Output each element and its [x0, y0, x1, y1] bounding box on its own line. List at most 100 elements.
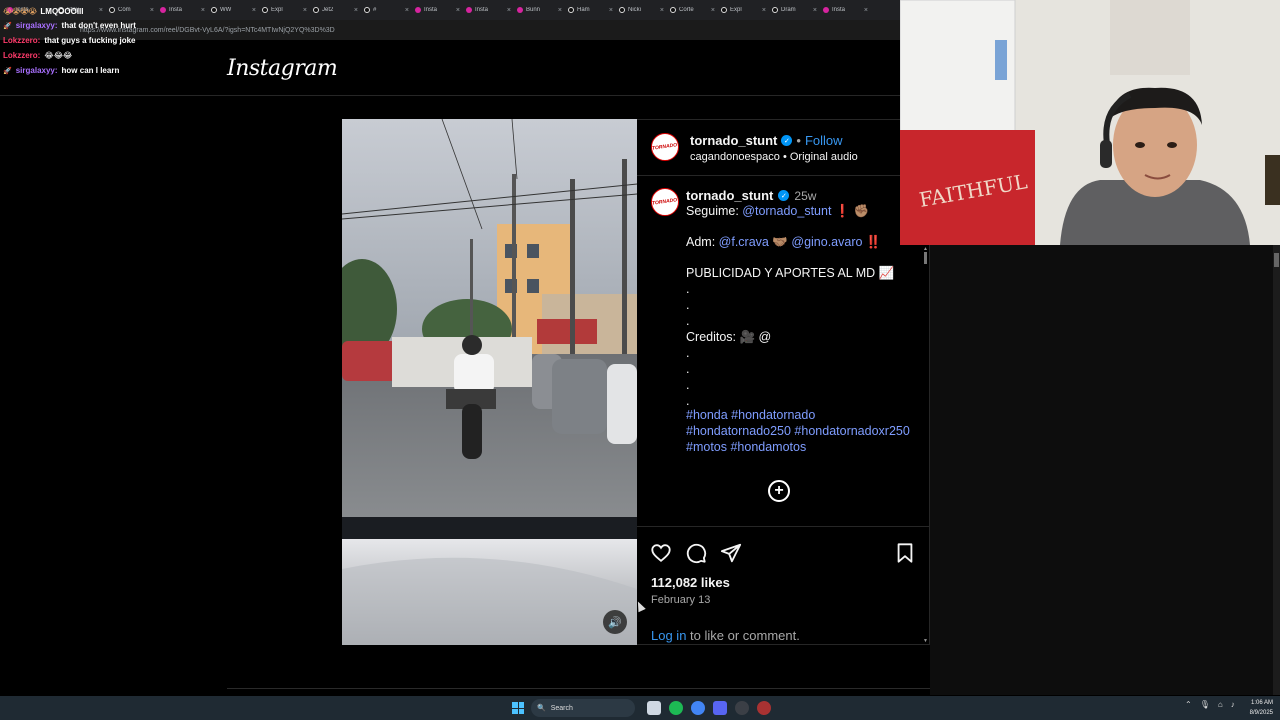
close-tab-icon[interactable]: ×: [507, 7, 511, 14]
tab-title: #: [373, 7, 377, 13]
author-username[interactable]: tornado_stunt: [690, 133, 777, 148]
browser-tab[interactable]: Insta ×: [412, 0, 463, 20]
browser-tab[interactable]: # ×: [361, 0, 412, 20]
taskbar-clock[interactable]: 1:06 AM 8/9/2025: [1243, 698, 1273, 718]
comment-icon: [686, 543, 707, 564]
clock-date: 8/9/2025: [1249, 710, 1273, 716]
clock-time: 1:06 AM: [1250, 700, 1273, 706]
load-more-comments-button[interactable]: +: [768, 480, 790, 502]
chrome-icon[interactable]: [691, 701, 705, 715]
browser-tab[interactable]: Ham ×: [565, 0, 616, 20]
chat-message: 🚀 sirgalaxyy: how can I learn: [3, 63, 203, 78]
share-button[interactable]: [719, 541, 743, 565]
close-tab-icon[interactable]: ×: [405, 7, 409, 14]
plus-icon: +: [774, 482, 784, 499]
separator-dot: •: [796, 133, 801, 148]
post-header: TORNADO tornado_stunt ✓ • Follow cagando…: [637, 120, 930, 176]
obs-icon[interactable]: [735, 701, 749, 715]
verified-badge-icon: ✓: [781, 135, 793, 146]
author-avatar[interactable]: TORNADO: [651, 133, 679, 161]
chat-username[interactable]: Lokzzero:: [3, 36, 40, 45]
caption-time[interactable]: 25w: [794, 189, 816, 203]
close-tab-icon[interactable]: ×: [303, 7, 307, 14]
network-icon[interactable]: ⌂: [1218, 700, 1223, 709]
microphone-icon[interactable]: 🎙: [1200, 700, 1210, 709]
tab-title: Expl: [271, 7, 283, 13]
tiktok-icon: [772, 7, 778, 13]
login-link[interactable]: Log in: [651, 628, 686, 643]
chat-username[interactable]: sirgalaxyy:: [16, 21, 58, 30]
post-date[interactable]: February 13: [651, 594, 710, 606]
hashtag-links[interactable]: #motos #hondamotos: [686, 440, 806, 454]
save-button[interactable]: [893, 541, 917, 565]
app-icon[interactable]: [757, 701, 771, 715]
browser-tab[interactable]: Dram ×: [769, 0, 820, 20]
caption-avatar[interactable]: TORNADO: [651, 188, 679, 216]
taskbar-search[interactable]: 🔍 Search: [531, 699, 635, 717]
audio-label[interactable]: cagandonoespaco • Original audio: [690, 151, 858, 163]
caption-dot: .: [686, 346, 690, 360]
browser-tab[interactable]: WW ×: [208, 0, 259, 20]
discord-icon[interactable]: [713, 701, 727, 715]
close-tab-icon[interactable]: ×: [252, 7, 256, 14]
page-scrollbar-thumb[interactable]: [1274, 253, 1279, 267]
video-frame-image: [342, 119, 637, 645]
follow-button[interactable]: Follow: [805, 133, 843, 148]
mention-link[interactable]: @gino.avaro: [791, 235, 862, 249]
mention-link[interactable]: @f.crava: [719, 235, 769, 249]
browser-tab[interactable]: Nicki ×: [616, 0, 667, 20]
chat-username[interactable]: sirgalaxyy:: [16, 66, 58, 75]
windows-start-button[interactable]: [512, 702, 524, 714]
scrollbar-thumb[interactable]: [924, 252, 927, 264]
close-tab-icon[interactable]: ×: [558, 7, 562, 14]
spotify-icon[interactable]: [669, 701, 683, 715]
stream-chat-overlay: 😭😭😭😭 LMQOOOIII 🚀 sirgalaxyy: that don't ev…: [3, 5, 203, 78]
mention-link[interactable]: @tornado_stunt: [742, 204, 831, 218]
chat-top-line: 😭😭😭😭 LMQOOOIII: [3, 5, 203, 18]
comment-button[interactable]: [684, 541, 708, 565]
caption-text: Adm:: [686, 235, 719, 249]
browser-tab[interactable]: Expl ×: [718, 0, 769, 20]
close-tab-icon[interactable]: ×: [456, 7, 460, 14]
instagram-icon: [415, 7, 421, 13]
close-tab-icon[interactable]: ×: [354, 7, 358, 14]
chat-text: how can I learn: [61, 66, 120, 75]
caption-emoji: ‼️: [862, 235, 882, 249]
hashtag-links[interactable]: #honda #hondatornado: [686, 408, 815, 422]
tiktok-icon: [211, 7, 217, 13]
screen: insta × Stay × Cóm × Insta × WW × Expl × Jet2 × # × Inst…: [0, 0, 1280, 720]
mute-toggle-button[interactable]: 🔊: [603, 610, 627, 634]
page-scrollbar[interactable]: [1273, 245, 1280, 695]
browser-tab[interactable]: Insta ×: [463, 0, 514, 20]
tab-title: WW: [220, 7, 232, 13]
chevron-up-icon[interactable]: ⌃: [1185, 700, 1192, 709]
reel-video[interactable]: [342, 119, 637, 645]
close-tab-icon[interactable]: ×: [864, 7, 868, 14]
caption-dot: .: [686, 298, 690, 312]
instagram-logo[interactable]: Instagram: [227, 56, 338, 81]
login-prompt: Log in to like or comment.: [651, 628, 800, 643]
close-tab-icon[interactable]: ×: [660, 7, 664, 14]
browser-tab[interactable]: Jet2 ×: [310, 0, 361, 20]
close-tab-icon[interactable]: ×: [609, 7, 613, 14]
browser-tab[interactable]: Bunn ×: [514, 0, 565, 20]
like-button[interactable]: [649, 541, 673, 565]
browser-tab[interactable]: Insta ×: [820, 0, 871, 20]
caption-line-adm: Adm: @f.crava 🤝🏽 @gino.avaro ‼️: [686, 235, 882, 250]
close-tab-icon[interactable]: ×: [711, 7, 715, 14]
speaker-icon: 🔊: [608, 616, 622, 629]
task-view-icon[interactable]: [647, 701, 661, 715]
tab-title: Insta: [475, 7, 489, 13]
like-count[interactable]: 112,082 likes: [651, 575, 730, 590]
chat-username[interactable]: Lokzzero:: [3, 51, 40, 60]
close-tab-icon[interactable]: ×: [813, 7, 817, 14]
hashtag-links[interactable]: #hondatornado250 #hondatornadoxr250: [686, 424, 910, 438]
browser-tab[interactable]: Expl ×: [259, 0, 310, 20]
webcam-overlay: FAITHFUL: [900, 0, 1280, 245]
browser-tab[interactable]: Corte ×: [667, 0, 718, 20]
post-actions: 112,082 likes February 13 Log in to like…: [637, 526, 930, 646]
close-tab-icon[interactable]: ×: [762, 7, 766, 14]
volume-icon[interactable]: ♪: [1231, 700, 1235, 709]
caption-emoji: ❗ ✊🏽: [831, 204, 870, 218]
caption-username[interactable]: tornado_stunt: [686, 188, 773, 203]
